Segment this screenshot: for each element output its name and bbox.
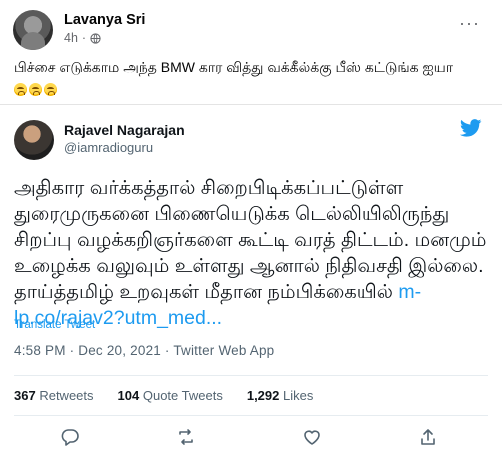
like-icon[interactable] (302, 427, 322, 447)
retweets-stat[interactable]: 367 Retweets (14, 388, 94, 403)
post-time[interactable]: 4h (64, 31, 78, 45)
more-options-icon[interactable]: ··· (459, 14, 480, 32)
tweet-screenshot[interactable]: Rajavel Nagarajan @iamradioguru அதிகார வ… (0, 104, 502, 453)
retweet-icon[interactable] (176, 427, 196, 447)
divider (14, 415, 488, 416)
twitter-logo-icon (460, 119, 482, 137)
sad-emoji-icon (29, 82, 42, 96)
tweet-text: அதிகார வர்க்கத்தால் சிறைபிடிக்கப்பட்டுள்… (14, 175, 490, 331)
tweet-timestamp[interactable]: 4:58 PM · Dec 20, 2021 · Twitter Web App (14, 343, 274, 358)
facebook-post: Lavanya Sri 4h · ··· பிச்சை எடுக்காம அந்… (0, 0, 502, 453)
post-caption: பிச்சை எடுக்காம அந்த BMW கார வித்து வக்க… (14, 57, 484, 99)
tweet-author-name: Rajavel Nagarajan (64, 122, 185, 138)
post-meta: 4h · (64, 31, 101, 45)
reply-icon[interactable] (60, 427, 80, 447)
author-name[interactable]: Lavanya Sri (64, 12, 145, 28)
tweet-author-handle: @iamradioguru (64, 140, 154, 155)
sad-emoji-icon (44, 82, 57, 96)
divider (14, 375, 488, 376)
likes-stat[interactable]: 1,292 Likes (247, 388, 314, 403)
sad-emoji-icon (14, 82, 27, 96)
author-avatar[interactable] (13, 10, 53, 50)
share-icon[interactable] (418, 427, 438, 447)
translate-tweet-link[interactable]: Translate Tweet (14, 319, 95, 331)
emoji-row (14, 82, 57, 96)
tweet-author-avatar (14, 120, 54, 160)
globe-icon (90, 32, 101, 44)
caption-text: பிச்சை எடுக்காம அந்த BMW கார வித்து வக்க… (14, 59, 454, 75)
tweet-stats: 367 Retweets 104 Quote Tweets 1,292 Like… (14, 388, 313, 403)
tweet-actions (0, 423, 502, 451)
quote-tweets-stat[interactable]: 104 Quote Tweets (118, 388, 223, 403)
